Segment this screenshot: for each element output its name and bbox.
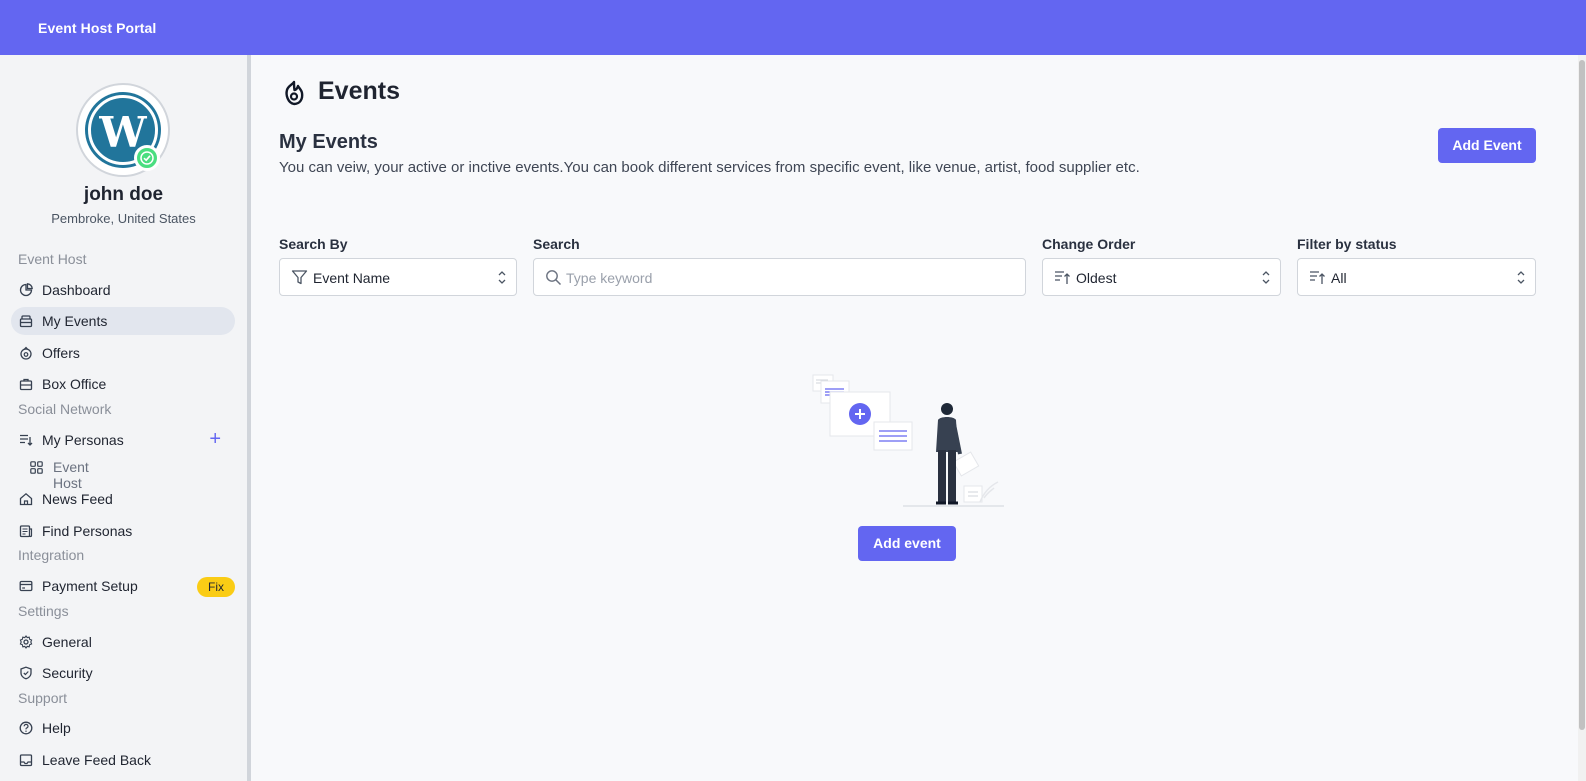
change-order-label: Change Order [1042,236,1136,252]
change-order-select[interactable]: Oldest [1042,258,1281,296]
section-social-network: Social Network [18,401,112,417]
calendar-box-icon [19,315,33,328]
sidebar-item-leave-feedback[interactable]: Leave Feed Back [11,746,235,774]
search-label: Search [533,236,580,252]
flame-icon [285,80,304,106]
section-description: You can veiw, your active or inctive eve… [279,159,1140,176]
sidebar-item-label: Find Personas [42,523,133,539]
newspaper-icon [19,525,33,538]
section-event-host: Event Host [18,251,87,267]
check-badge-icon [134,145,160,171]
add-event-button[interactable]: Add Event [1438,128,1536,163]
sidebar-item-label: My Personas [42,432,124,448]
status-filter-select[interactable]: All [1297,258,1536,296]
page-title: Events [318,77,400,105]
sort-ascending-icon [1310,271,1325,284]
help-circle-icon [19,721,33,735]
list-sort-icon [20,434,33,446]
sidebar-item-payment-setup[interactable]: Payment Setup Fix [11,572,235,600]
search-by-value: Event Name [313,270,391,286]
gear-icon [19,635,33,649]
section-support: Support [18,690,68,706]
search-field[interactable] [533,258,1026,296]
profile-name: john doe [83,184,164,205]
sort-ascending-icon [1055,271,1070,284]
search-by-select[interactable]: Event Name [279,258,517,296]
flame-icon [20,346,32,360]
sidebar-item-label: Leave Feed Back [42,752,151,768]
sidebar-item-my-events[interactable]: My Events [11,307,235,335]
section-settings: Settings [18,603,69,619]
sidebar-item-label: Payment Setup [42,578,138,594]
search-by-label: Search By [279,236,348,252]
section-title: My Events [279,131,378,153]
status-filter-value: All [1331,270,1347,286]
shield-check-icon [20,666,32,680]
chevron-up-down-icon [498,271,506,284]
add-event-empty-button[interactable]: Add event [858,526,956,561]
sidebar-item-my-personas[interactable]: My Personas + [11,426,235,454]
credit-card-icon [19,580,33,592]
status-filter-label: Filter by status [1297,236,1397,252]
home-icon [19,492,33,506]
sidebar-item-label: General [42,634,92,650]
sidebar-item-label: Help [42,720,71,736]
profile-location: Pembroke, United States [51,211,196,226]
sidebar-item-security[interactable]: Security [11,659,235,687]
search-input[interactable] [566,267,1006,289]
top-bar: Event Host Portal [0,0,1586,55]
add-persona-button[interactable]: + [209,429,221,449]
sidebar-item-label: Dashboard [42,282,111,298]
chevron-up-down-icon [1517,271,1525,284]
section-integration: Integration [18,547,85,563]
empty-state-illustration [812,374,1004,507]
sidebar-item-box-office[interactable]: Box Office [11,370,235,398]
change-order-value: Oldest [1076,270,1117,286]
fix-badge[interactable]: Fix [197,577,235,597]
sidebar-item-label: Offers [42,345,80,361]
sidebar-item-label: My Events [42,313,108,329]
sidebar-divider [247,55,251,781]
briefcase-icon [19,378,33,391]
sidebar-item-general[interactable]: General [11,628,235,656]
sidebar-item-find-personas[interactable]: Find Personas [11,517,235,545]
avatar[interactable]: W [76,83,170,177]
sidebar-item-offers[interactable]: Offers [11,339,235,367]
app-title[interactable]: Event Host Portal [38,20,156,36]
sidebar-item-label: Box Office [42,376,107,392]
feedback-icon [19,754,33,767]
grid-icon [30,461,43,474]
sidebar-item-help[interactable]: Help [11,714,235,742]
sidebar-item-label: Security [42,665,93,681]
sidebar-item-news-feed[interactable]: News Feed [11,485,235,513]
sidebar-item-label: News Feed [42,491,113,507]
pie-chart-icon [19,283,33,297]
filter-icon [291,270,308,285]
sidebar-item-dashboard[interactable]: Dashboard [11,276,235,304]
chevron-up-down-icon [1262,271,1270,284]
scrollbar-thumb[interactable] [1579,60,1585,730]
search-icon [546,270,562,286]
